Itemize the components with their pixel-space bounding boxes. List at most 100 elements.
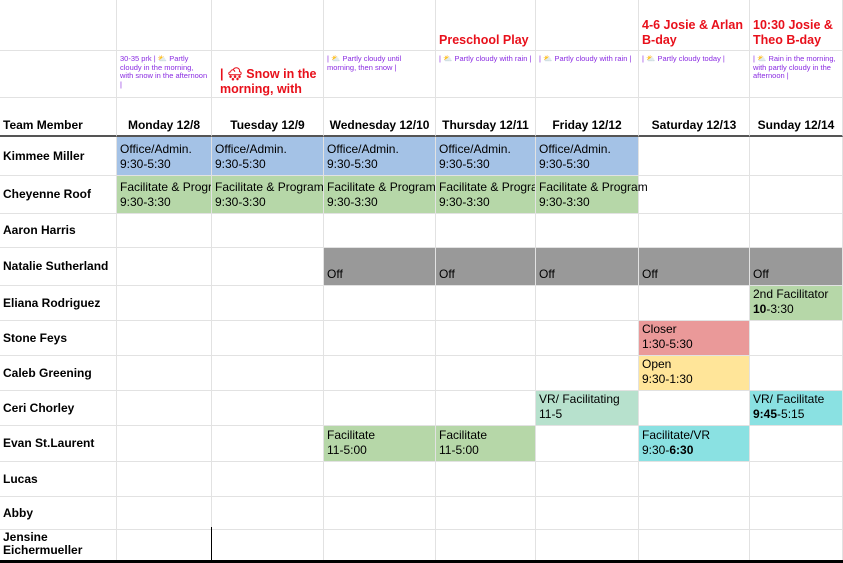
empty-cell[interactable]	[436, 497, 536, 530]
header-sunday[interactable]: Sunday 12/14	[750, 98, 843, 137]
empty-cell[interactable]	[436, 527, 536, 560]
empty-cell[interactable]	[117, 248, 212, 286]
event-cell-wed[interactable]	[324, 0, 436, 51]
member-name[interactable]: Jensine Eichermueller	[0, 527, 117, 560]
empty-cell[interactable]	[117, 286, 212, 321]
empty-cell[interactable]	[212, 356, 324, 391]
empty-cell[interactable]	[639, 137, 750, 176]
weather-cell-thu[interactable]: | ⛅ Partly cloudy with rain |	[436, 51, 536, 98]
empty-cell[interactable]	[212, 286, 324, 321]
empty-cell[interactable]	[324, 391, 436, 426]
empty-cell[interactable]	[212, 321, 324, 356]
empty-cell[interactable]	[436, 391, 536, 426]
member-name[interactable]: Stone Feys	[0, 321, 117, 356]
header-friday[interactable]: Friday 12/12	[536, 98, 639, 137]
empty-cell[interactable]	[117, 391, 212, 426]
empty-cell[interactable]	[212, 214, 324, 248]
empty-cell[interactable]	[212, 248, 324, 286]
event-cell-a[interactable]	[0, 0, 117, 51]
weather-cell-a[interactable]	[0, 51, 117, 98]
weather-cell-sat[interactable]: | ⛅ Partly cloudy today |	[639, 51, 750, 98]
empty-cell[interactable]	[750, 214, 843, 248]
empty-cell[interactable]	[639, 497, 750, 530]
empty-cell[interactable]	[324, 286, 436, 321]
empty-cell[interactable]	[750, 176, 843, 214]
shift-cell-office[interactable]: Office/Admin. 9:30-5:30	[212, 137, 324, 176]
empty-cell[interactable]	[324, 527, 436, 560]
shift-cell-vr-facilitating[interactable]: VR/ Facilitating 11-5	[536, 391, 639, 426]
header-thursday[interactable]: Thursday 12/11	[436, 98, 536, 137]
shift-cell-closer[interactable]: Closer 1:30-5:30	[639, 321, 750, 356]
shift-cell-office[interactable]: Office/Admin. 9:30-5:30	[324, 137, 436, 176]
member-name[interactable]: Cheyenne Roof	[0, 176, 117, 214]
member-name[interactable]: Caleb Greening	[0, 356, 117, 391]
empty-cell[interactable]	[750, 321, 843, 356]
header-saturday[interactable]: Saturday 12/13	[639, 98, 750, 137]
header-wednesday[interactable]: Wednesday 12/10	[324, 98, 436, 137]
empty-cell[interactable]	[324, 356, 436, 391]
member-name[interactable]: Kimmee Miller	[0, 137, 117, 176]
empty-cell[interactable]	[212, 497, 324, 530]
event-cell-tue[interactable]	[212, 0, 324, 51]
empty-cell[interactable]	[212, 391, 324, 426]
shift-cell-facilitate-vr[interactable]: Facilitate/VR 9:30-6:30	[639, 426, 750, 462]
member-name[interactable]: Natalie Sutherland	[0, 248, 117, 286]
shift-cell-off[interactable]: Off	[639, 248, 750, 286]
shift-cell-off[interactable]: Off	[536, 248, 639, 286]
empty-cell[interactable]	[536, 321, 639, 356]
header-monday[interactable]: Monday 12/8	[117, 98, 212, 137]
empty-cell[interactable]	[117, 527, 212, 560]
empty-cell[interactable]	[536, 462, 639, 497]
shift-cell-office[interactable]: Office/Admin. 9:30-5:30	[436, 137, 536, 176]
empty-cell[interactable]	[750, 497, 843, 530]
shift-cell-facilitate-program[interactable]: Facilitate & Program9:30-3:30	[212, 176, 324, 214]
empty-cell[interactable]	[536, 497, 639, 530]
empty-cell[interactable]	[212, 527, 324, 560]
empty-cell[interactable]	[117, 356, 212, 391]
empty-cell[interactable]	[117, 321, 212, 356]
member-name[interactable]: Lucas	[0, 462, 117, 497]
shift-cell-open[interactable]: Open 9:30-1:30	[639, 356, 750, 391]
empty-cell[interactable]	[536, 214, 639, 248]
empty-cell[interactable]	[536, 527, 639, 560]
empty-cell[interactable]	[639, 462, 750, 497]
empty-cell[interactable]	[436, 286, 536, 321]
empty-cell[interactable]	[639, 391, 750, 426]
event-cell-thu[interactable]: Preschool Play	[436, 0, 536, 51]
member-name[interactable]: Eliana Rodriguez	[0, 286, 117, 321]
empty-cell[interactable]	[750, 137, 843, 176]
empty-cell[interactable]	[639, 286, 750, 321]
shift-cell-facilitate[interactable]: Facilitate 11-5:00	[324, 426, 436, 462]
event-cell-fri[interactable]	[536, 0, 639, 51]
shift-cell-office[interactable]: Office/Admin. 9:30-5:30	[117, 137, 212, 176]
empty-cell[interactable]	[436, 462, 536, 497]
shift-cell-second-facilitator[interactable]: 2nd Facilitator 10-3:30	[750, 286, 843, 321]
empty-cell[interactable]	[750, 527, 843, 560]
empty-cell[interactable]	[750, 356, 843, 391]
shift-cell-off[interactable]: Off	[436, 248, 536, 286]
empty-cell[interactable]	[536, 286, 639, 321]
empty-cell[interactable]	[436, 214, 536, 248]
empty-cell[interactable]	[324, 321, 436, 356]
shift-cell-facilitate[interactable]: Facilitate 11-5:00	[436, 426, 536, 462]
empty-cell[interactable]	[436, 356, 536, 391]
weather-cell-fri[interactable]: | ⛅ Partly cloudy with rain |	[536, 51, 639, 98]
empty-cell[interactable]	[117, 426, 212, 462]
empty-cell[interactable]	[324, 462, 436, 497]
weather-cell-sun[interactable]: | ⛅ Rain in the morning, with partly clo…	[750, 51, 843, 98]
event-cell-mon[interactable]	[117, 0, 212, 51]
shift-cell-facilitate-program[interactable]: Facilitate & Program9:30-3:30	[324, 176, 436, 214]
empty-cell[interactable]	[324, 214, 436, 248]
event-cell-sun[interactable]: 10:30 Josie & Theo B-day	[750, 0, 843, 51]
empty-cell[interactable]	[324, 497, 436, 530]
empty-cell[interactable]	[536, 426, 639, 462]
empty-cell[interactable]	[212, 462, 324, 497]
weather-cell-tue[interactable]: | 🌨 Snow in the morning, with	[212, 51, 324, 98]
empty-cell[interactable]	[212, 426, 324, 462]
shift-cell-facilitate-program[interactable]: Facilitate & Program9:30-3:30	[117, 176, 212, 214]
member-name[interactable]: Abby	[0, 497, 117, 530]
shift-cell-off[interactable]: Off	[750, 248, 843, 286]
empty-cell[interactable]	[117, 497, 212, 530]
empty-cell[interactable]	[750, 426, 843, 462]
empty-cell[interactable]	[436, 321, 536, 356]
